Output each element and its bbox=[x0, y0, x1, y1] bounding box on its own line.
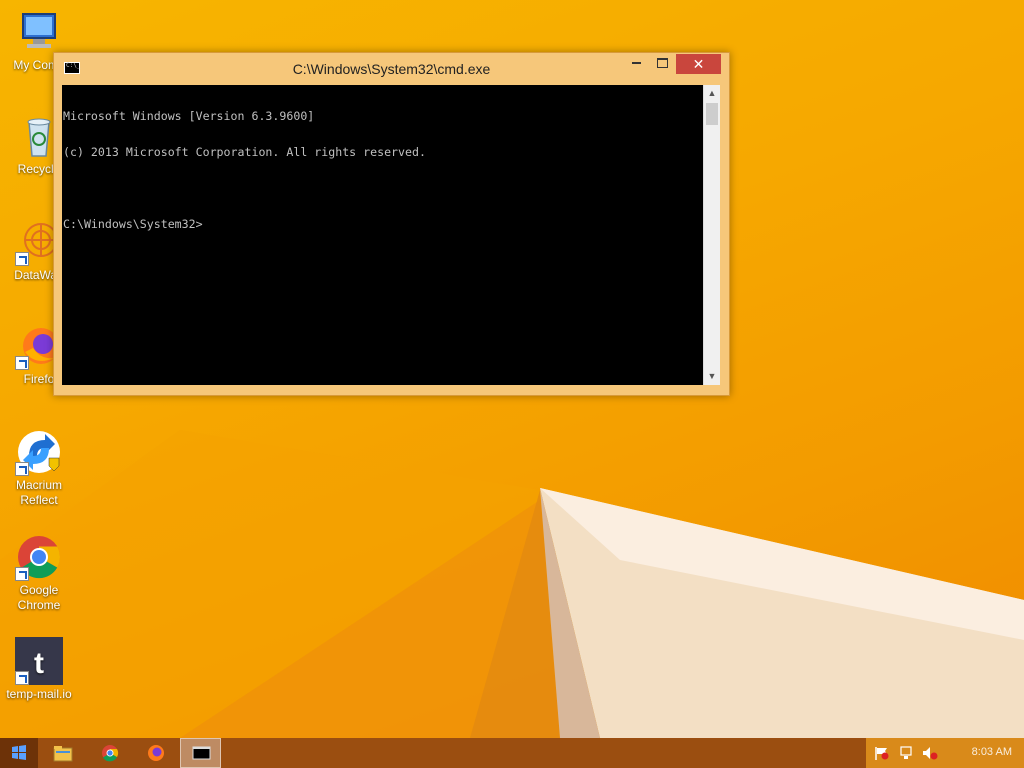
close-button[interactable]: ✕ bbox=[676, 54, 721, 74]
taskbar: 8:03 AM bbox=[0, 738, 1024, 768]
shortcut-arrow-icon bbox=[15, 356, 29, 370]
start-button[interactable] bbox=[0, 738, 38, 768]
chrome-icon bbox=[102, 745, 119, 762]
console-line: (c) 2013 Microsoft Corporation. All righ… bbox=[63, 145, 426, 159]
firefox-icon bbox=[148, 745, 164, 761]
scroll-up-arrow-icon[interactable]: ▲ bbox=[704, 85, 720, 102]
taskbar-file-explorer-button[interactable] bbox=[40, 738, 86, 768]
close-icon: ✕ bbox=[692, 56, 705, 72]
console-prompt: C:\Windows\System32> bbox=[63, 217, 203, 231]
cmd-icon bbox=[192, 746, 211, 760]
minimize-icon bbox=[631, 61, 641, 64]
console-line: Microsoft Windows [Version 6.3.9600] bbox=[63, 109, 315, 123]
minimize-button[interactable] bbox=[623, 54, 649, 74]
vertical-scrollbar[interactable]: ▲ ▼ bbox=[703, 85, 720, 385]
shortcut-arrow-icon bbox=[15, 462, 29, 476]
desktop-icon-temp-mail[interactable]: t temp-mail.io bbox=[0, 637, 78, 702]
taskbar-cmd-button[interactable] bbox=[180, 738, 221, 768]
cmd-window[interactable]: C:\Windows\System32\cmd.exe ✕ Microsoft … bbox=[53, 52, 730, 396]
desktop-icon-label: Google Chrome bbox=[17, 583, 61, 612]
computer-icon bbox=[15, 8, 63, 56]
taskbar-chrome-button[interactable] bbox=[87, 738, 133, 768]
desktop-icon-macrium-reflect[interactable]: Macrium Reflect bbox=[0, 428, 78, 508]
svg-text:t: t bbox=[34, 647, 44, 680]
windows-logo-icon bbox=[12, 745, 26, 760]
clock[interactable]: 8:03 AM bbox=[972, 746, 1012, 758]
chrome-icon bbox=[15, 533, 63, 581]
scroll-down-arrow-icon[interactable]: ▼ bbox=[704, 368, 720, 385]
desktop-icon-label: temp-mail.io bbox=[6, 687, 72, 701]
network-icon[interactable] bbox=[898, 746, 914, 760]
volume-muted-icon[interactable] bbox=[922, 746, 938, 760]
maximize-button[interactable] bbox=[649, 54, 675, 74]
taskbar-firefox-button[interactable] bbox=[133, 738, 179, 768]
desktop-icon-label: Macrium Reflect bbox=[15, 478, 62, 507]
temp-mail-icon: t bbox=[15, 637, 63, 685]
console-output[interactable]: Microsoft Windows [Version 6.3.9600] (c)… bbox=[62, 85, 703, 385]
scrollbar-thumb[interactable] bbox=[706, 103, 718, 125]
flag-icon[interactable] bbox=[874, 746, 890, 760]
macrium-reflect-icon bbox=[15, 428, 63, 476]
desktop-icon-google-chrome[interactable]: Google Chrome bbox=[0, 533, 78, 613]
shortcut-arrow-icon bbox=[15, 252, 29, 266]
system-tray: 8:03 AM bbox=[866, 738, 1024, 768]
shortcut-arrow-icon bbox=[15, 671, 29, 685]
window-titlebar[interactable]: C:\Windows\System32\cmd.exe ✕ bbox=[54, 53, 729, 85]
maximize-icon bbox=[656, 58, 668, 68]
shortcut-arrow-icon bbox=[15, 567, 29, 581]
desktop[interactable]: My Comp Recycle DataWag Firefo Macrium R… bbox=[0, 0, 1024, 738]
folder-icon bbox=[53, 746, 73, 762]
